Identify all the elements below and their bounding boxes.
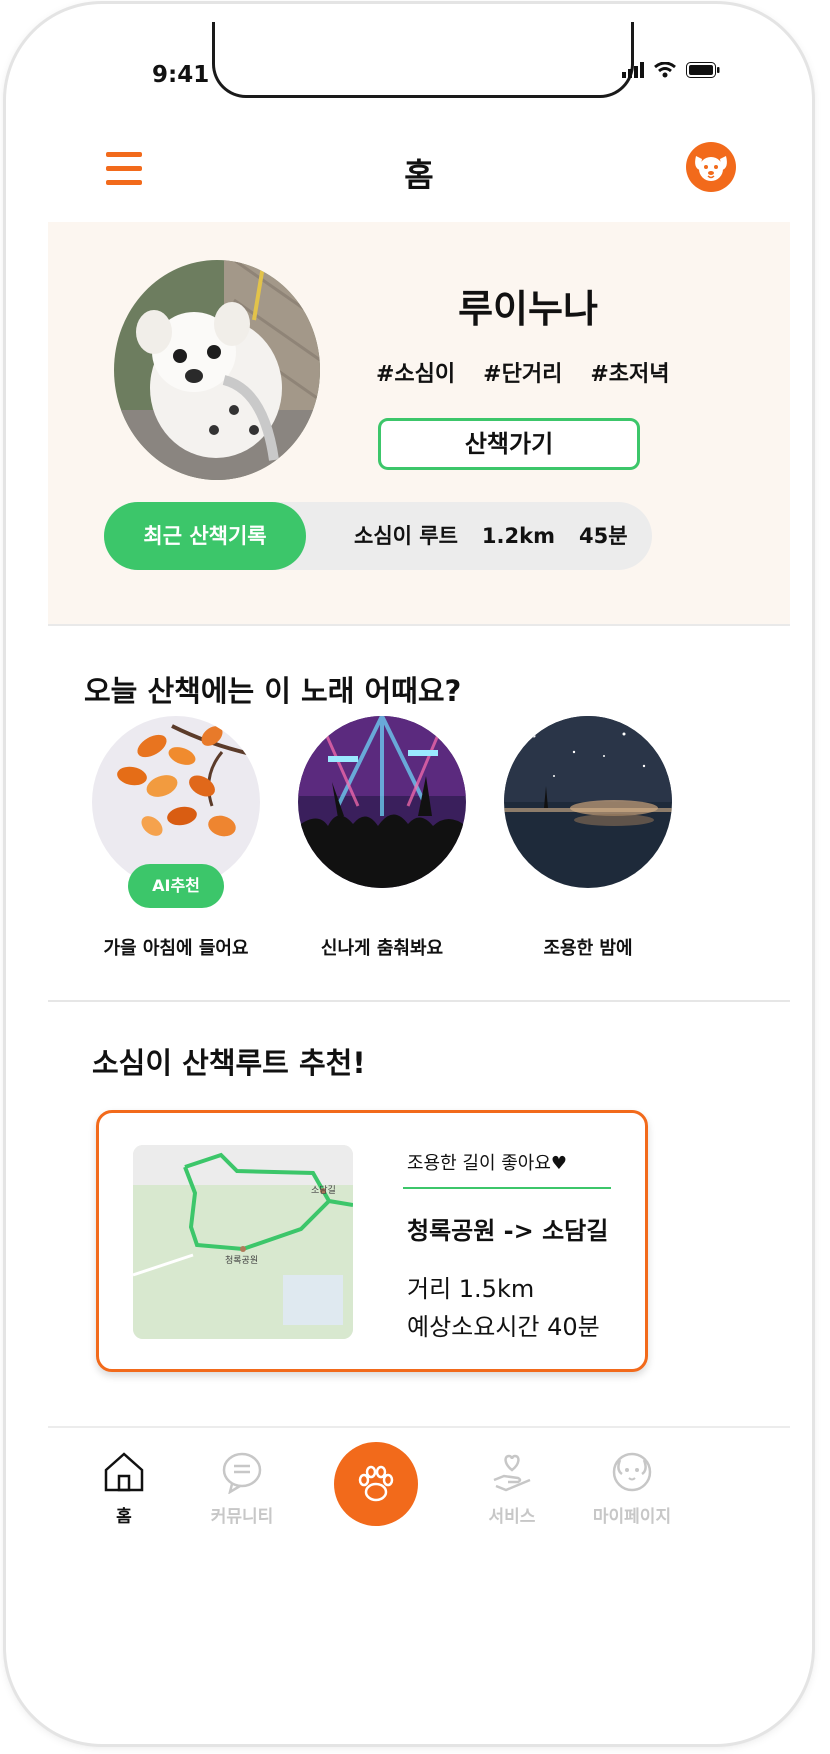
route-recommendation-section: 소심이 산책루트 추천! 청록공원 소담길 조용한 길이 좋아요♥ 청록공원 -… xyxy=(48,1000,790,1420)
map-label-park: 청록공원 xyxy=(225,1255,258,1266)
dog-face-icon xyxy=(612,1452,652,1492)
nav-item-mypage[interactable]: 마이페이지 xyxy=(582,1450,682,1527)
status-icons xyxy=(622,62,720,78)
nav-label: 커뮤니티 xyxy=(210,1507,274,1527)
song-cover-autumn[interactable] xyxy=(92,716,260,888)
route-map[interactable]: 청록공원 소담길 xyxy=(133,1145,353,1339)
route-section-title: 소심이 산책루트 추천! xyxy=(92,1046,366,1080)
paw-icon xyxy=(358,1465,394,1502)
nav-item-service[interactable]: 서비스 xyxy=(462,1450,562,1527)
recent-walk-label[interactable]: 최근 산책기록 xyxy=(104,502,306,570)
recent-walk-record[interactable]: 최근 산책기록 소심이 루트 1.2km 45분 xyxy=(104,502,652,570)
music-recommendation-section: 오늘 산책에는 이 노래 어때요? AI추천 가을 아침에 들어요 신나게 춤춰… xyxy=(48,624,790,1002)
phone-frame: 9:41 홈 루이누나 #소심이 #단거리 #초저녁 산책가기 최근 산책기록 … xyxy=(6,4,812,1744)
recent-route-name: 소심이 루트 xyxy=(354,524,458,548)
song-cover-party[interactable] xyxy=(298,716,466,888)
notch xyxy=(212,22,634,98)
bottom-navigation: 홈 커뮤니티 서비스 마이페이지 xyxy=(48,1426,790,1538)
song-cover-night[interactable] xyxy=(504,716,672,888)
map-label-street: 소담길 xyxy=(311,1184,336,1196)
battery-icon xyxy=(686,62,720,78)
nav-item-home[interactable]: 홈 xyxy=(74,1450,174,1527)
song-label: 조용한 밤에 xyxy=(543,938,633,959)
recent-distance: 1.2km xyxy=(481,524,555,548)
status-time: 9:41 xyxy=(152,62,210,88)
chat-icon xyxy=(222,1452,262,1495)
wifi-icon xyxy=(654,62,676,78)
nav-label: 마이페이지 xyxy=(592,1507,672,1527)
nav-label: 서비스 xyxy=(488,1507,536,1527)
screen: 9:41 홈 루이누나 #소심이 #단거리 #초저녁 산책가기 최근 산책기록 … xyxy=(48,22,790,1732)
song-label: 신나게 춤춰봐요 xyxy=(320,938,444,959)
song-card[interactable]: 신나게 춤춰봐요 xyxy=(298,716,466,960)
song-label: 가을 아침에 들어요 xyxy=(103,938,249,959)
page-title: 홈 xyxy=(404,156,434,194)
tag-list: #소심이 #단거리 #초저녁 xyxy=(376,356,669,388)
nav-label: 홈 xyxy=(116,1507,132,1527)
route-card[interactable]: 청록공원 소담길 조용한 길이 좋아요♥ 청록공원 -> 소담길 거리 1.5k… xyxy=(96,1110,648,1372)
route-note: 조용한 길이 좋아요♥ xyxy=(407,1153,568,1174)
signal-icon xyxy=(622,62,644,78)
song-card[interactable]: 조용한 밤에 xyxy=(504,716,672,960)
tag[interactable]: #초저녁 xyxy=(590,356,669,388)
music-section-title: 오늘 산책에는 이 노래 어때요? xyxy=(84,674,462,708)
dog-photo xyxy=(114,260,320,480)
route-divider xyxy=(403,1187,611,1189)
tag[interactable]: #소심이 xyxy=(376,356,455,388)
song-card[interactable]: AI추천 가을 아침에 들어요 xyxy=(92,716,260,960)
profile-section: 루이누나 #소심이 #단거리 #초저녁 산책가기 최근 산책기록 소심이 루트 … xyxy=(48,222,790,626)
route-estimated-time: 예상소요시간 40분 xyxy=(407,1313,600,1341)
profile-avatar-button[interactable] xyxy=(686,142,736,192)
recent-walk-info: 소심이 루트 1.2km 45분 xyxy=(354,502,628,570)
route-path: 청록공원 -> 소담길 xyxy=(407,1217,609,1245)
status-bar: 9:41 xyxy=(48,22,790,112)
nav-item-community[interactable]: 커뮤니티 xyxy=(192,1450,292,1527)
heart-hand-icon xyxy=(493,1454,531,1492)
nav-item-walk[interactable] xyxy=(334,1442,418,1526)
route-distance: 거리 1.5km xyxy=(407,1275,535,1303)
dog-name: 루이누나 xyxy=(458,287,598,331)
tag[interactable]: #단거리 xyxy=(483,356,562,388)
start-walk-button[interactable]: 산책가기 xyxy=(378,418,640,470)
ai-recommend-badge: AI추천 xyxy=(128,864,224,908)
dog-face-icon xyxy=(695,156,727,181)
recent-duration: 45분 xyxy=(578,524,628,548)
home-icon xyxy=(104,1452,144,1492)
app-header: 홈 xyxy=(48,112,790,224)
